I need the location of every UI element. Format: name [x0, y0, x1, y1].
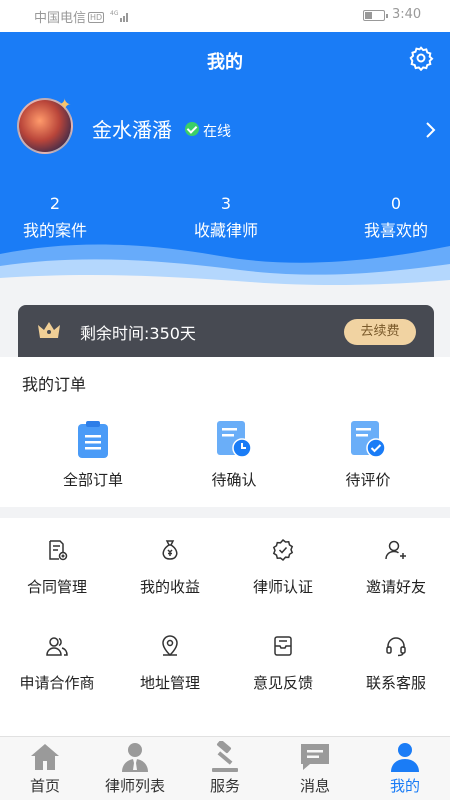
tool-label: 合同管理: [26, 578, 87, 596]
lawyer-icon: [122, 743, 148, 772]
tab-profile[interactable]: 我的: [360, 737, 450, 800]
tab-home[interactable]: 首页: [0, 737, 90, 800]
tool-address-management[interactable]: 地址管理: [114, 634, 226, 693]
feedback-icon: [274, 636, 292, 656]
tool-label: 申请合作商: [19, 674, 95, 692]
header-wave: [0, 244, 450, 292]
clipboard-list-icon: [78, 421, 108, 458]
order-review[interactable]: 待评价: [308, 419, 428, 490]
partner-icon: [46, 637, 68, 656]
order-pending[interactable]: 待确认: [174, 419, 294, 490]
orders-card: 我的订单 全部订单 待确认 待评价: [0, 357, 450, 507]
order-label: 全部订单: [62, 471, 123, 489]
tool-label: 联系客服: [365, 674, 426, 692]
gavel-icon: [212, 741, 238, 772]
remaining-time: 剩余时间:350天: [80, 324, 196, 343]
signal-icon: 4G: [110, 10, 128, 22]
location-pin-icon: [162, 635, 178, 657]
star-icon: ✦: [58, 95, 72, 114]
tool-lawyer-certification[interactable]: 律师认证: [227, 538, 339, 597]
contract-icon: [49, 540, 68, 561]
clock: 3:40: [392, 7, 422, 22]
home-icon: [31, 744, 59, 770]
tools-grid: 合同管理 我的收益 律师认证 邀请好友 申请合作商 地址管理 意见反馈 联系客服: [0, 518, 450, 736]
bottom-tab-bar: 首页 律师列表 服务 消息 我的: [0, 736, 450, 800]
add-user-icon: [385, 540, 406, 560]
crown-icon: [38, 322, 60, 338]
pending-clock-icon: [217, 421, 252, 458]
hd-badge: HD: [88, 12, 105, 23]
network-type: 4G: [110, 10, 119, 17]
stat-value: 2: [49, 194, 61, 213]
online-status: 在线: [203, 124, 231, 140]
membership-bar: 剩余时间:350天 去续费: [18, 305, 434, 357]
status-bar: 中国电信 HD 4G 3:40: [0, 0, 450, 32]
tool-apply-partner[interactable]: 申请合作商: [1, 634, 113, 693]
tab-label: 服务: [209, 777, 240, 795]
tool-label: 意见反馈: [252, 674, 313, 692]
message-icon: [301, 744, 329, 770]
tool-feedback[interactable]: 意见反馈: [227, 634, 339, 693]
money-bag-icon: [162, 540, 178, 560]
renew-button[interactable]: 去续费: [344, 319, 416, 345]
profile-icon: [391, 743, 419, 772]
online-check-icon: [185, 122, 199, 136]
tab-label: 我的: [389, 777, 420, 795]
orders-title: 我的订单: [22, 375, 87, 394]
tool-contract-management[interactable]: 合同管理: [1, 538, 113, 597]
carrier-label: 中国电信 HD: [34, 7, 105, 26]
tool-label: 我的收益: [139, 578, 200, 596]
tab-lawyer-list[interactable]: 律师列表: [90, 737, 180, 800]
badge-check-icon: [272, 538, 294, 562]
tab-label: 消息: [299, 777, 330, 795]
order-all[interactable]: 全部订单: [33, 419, 153, 490]
review-check-icon: [351, 421, 386, 458]
tool-customer-service[interactable]: 联系客服: [340, 634, 450, 693]
battery-icon: [363, 10, 388, 21]
tab-label: 律师列表: [104, 777, 165, 795]
chevron-right-icon[interactable]: [422, 120, 438, 140]
headset-icon: [386, 637, 406, 657]
tab-label: 首页: [29, 777, 60, 795]
order-label: 待确认: [211, 471, 257, 489]
carrier-name: 中国电信: [34, 11, 87, 26]
stat-value: 3: [220, 194, 232, 213]
tool-label: 邀请好友: [365, 578, 426, 596]
tab-services[interactable]: 服务: [180, 737, 270, 800]
username[interactable]: 金水潘潘: [92, 114, 172, 143]
tab-messages[interactable]: 消息: [270, 737, 360, 800]
tool-invite-friends[interactable]: 邀请好友: [340, 538, 450, 597]
page-title: 我的: [207, 52, 243, 73]
tool-label: 地址管理: [139, 674, 200, 692]
tool-label: 律师认证: [252, 578, 313, 596]
profile-header: 我的 ✦ 金水潘潘 在线 2 我的案件 3 收藏律师 0 我喜欢的: [0, 32, 450, 292]
stat-value: 0: [390, 194, 402, 213]
tool-my-earnings[interactable]: 我的收益: [114, 538, 226, 597]
order-label: 待评价: [345, 471, 391, 489]
gear-icon[interactable]: [408, 45, 434, 71]
